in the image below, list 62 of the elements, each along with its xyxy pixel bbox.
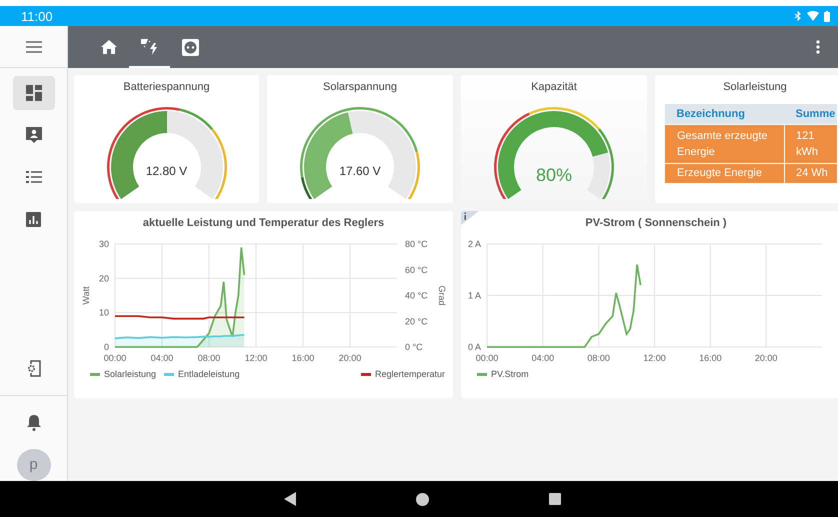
battery-icon — [824, 10, 830, 22]
chart-title: PV-Strom ( Sonnenschein ) — [584, 216, 728, 231]
legend-item: Entladeleistung — [164, 369, 240, 379]
axis-label: 08:00 — [198, 353, 220, 363]
axis-label: 16:00 — [292, 353, 314, 363]
axis-label: 16:00 — [699, 353, 722, 363]
card-title: Solarspannung — [322, 80, 397, 95]
axis-title: Grad — [437, 286, 447, 306]
axis-title: Watt — [81, 286, 91, 305]
info-icon — [461, 211, 479, 225]
legend-item: Solarleistung — [90, 369, 156, 379]
axis-label: 20 °C — [405, 316, 428, 326]
gauge-value: 12.80 V — [146, 164, 188, 178]
card-title: Solarleistung — [723, 80, 787, 95]
table-cell: Gesamte erzeugte Energie — [664, 124, 784, 164]
table-cell: 24 Wh — [784, 164, 838, 184]
card-title: Kapazität — [531, 80, 577, 95]
axis-label: 0 — [104, 342, 109, 352]
sidebar-item[interactable] — [12, 76, 54, 110]
table-cell: Erzeugte Energie — [664, 164, 784, 184]
axis-label: 08:00 — [587, 353, 610, 363]
axis-label: 2 A — [468, 239, 481, 249]
card-title: Batteriespannung — [123, 80, 210, 95]
gauge-value: 17.60 V — [339, 164, 381, 178]
list-icon — [26, 170, 42, 184]
back-icon[interactable] — [284, 492, 296, 506]
axis-label: 40 °C — [405, 290, 428, 300]
axis-label: 20:00 — [754, 353, 778, 363]
axis-label: 1 A — [468, 290, 481, 300]
axis-label: 12:00 — [244, 353, 268, 363]
wifi-icon — [807, 11, 819, 21]
power-socket-icon — [182, 38, 199, 56]
table-cell: 121 kWh — [784, 124, 838, 164]
column-header: Bezeichnung — [664, 104, 784, 124]
axis-label: 04:00 — [150, 353, 174, 363]
bar-chart-icon — [26, 212, 41, 226]
column-header: Summe — [784, 104, 838, 124]
axis-label: 80 °C — [405, 239, 428, 249]
chart-title: aktuelle Leistung und Temperatur des Reglers — [142, 216, 386, 231]
axis-label: 0 °C — [405, 342, 423, 352]
axis-label: 0 A — [468, 342, 481, 352]
clock: 11:00 — [21, 8, 53, 24]
axis-label: 20:00 — [338, 353, 362, 363]
avatar[interactable]: p — [16, 448, 50, 481]
home-icon — [100, 40, 116, 54]
axis-label: 04:00 — [532, 353, 554, 363]
recents-icon[interactable] — [548, 493, 560, 505]
axis-label: 12:00 — [643, 353, 666, 363]
gauge-value: 80% — [536, 165, 572, 186]
dashboard-icon — [26, 85, 42, 101]
person-card-icon — [26, 127, 42, 143]
legend-item: Reglertemperatur — [360, 369, 445, 379]
bluetooth-icon — [794, 11, 802, 21]
axis-label: 00:00 — [104, 353, 126, 363]
axis-label: 60 °C — [405, 264, 428, 275]
axis-label: 00:00 — [476, 353, 498, 363]
legend-item: PV.Strom — [477, 369, 529, 379]
solar-bolt-icon — [140, 39, 158, 55]
axis-label: 30 — [98, 239, 109, 249]
home-button-icon[interactable] — [416, 492, 428, 506]
axis-label: 10 — [98, 308, 109, 318]
axis-label: 20 — [98, 273, 109, 284]
